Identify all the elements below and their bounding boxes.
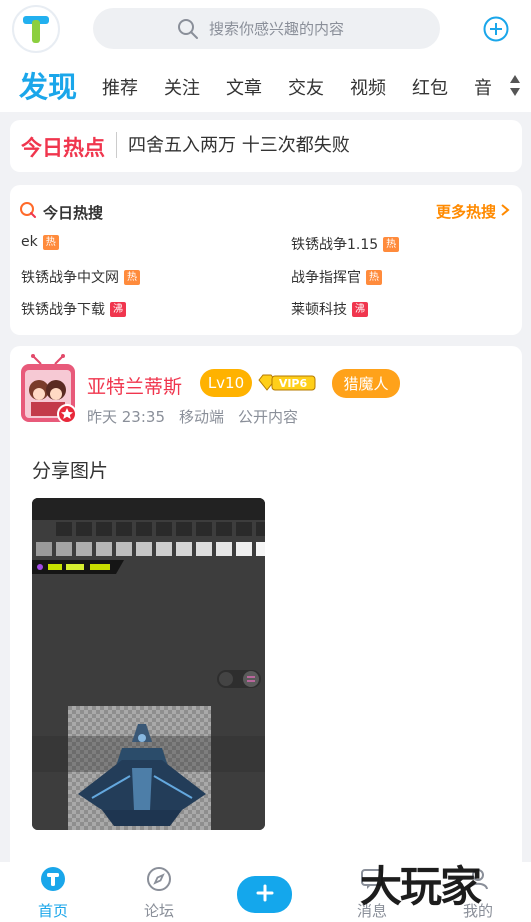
watermark-logo: 大玩家 (360, 862, 482, 911)
post-visibility: 公开内容 (238, 408, 299, 426)
post-time: 昨天 23:35 (87, 408, 165, 426)
nav-home-label: 首页 (37, 902, 68, 920)
boil-badge: 沸 (110, 301, 126, 317)
plus-icon (256, 884, 274, 906)
role-badge: 猎魔人 (332, 369, 400, 398)
hot-badge: 热 (383, 236, 400, 252)
hot-badge: 热 (42, 234, 59, 250)
tab-articles[interactable]: 文章 (226, 74, 262, 100)
boil-badge: 沸 (352, 301, 368, 317)
category-tabs: 发现 推荐 关注 文章 交友 视频 红包 音 (0, 58, 531, 112)
hot-search-header: 今日热搜 (19, 201, 103, 223)
hot-today-banner[interactable]: 今日热点 四舍五入两万 十三次都失败 (10, 120, 522, 172)
hot-search-item[interactable]: 莱顿科技 沸 (291, 299, 368, 319)
tab-friends[interactable]: 交友 (288, 74, 324, 100)
tab-videos[interactable]: 视频 (350, 74, 386, 100)
hot-search-item-text: 铁锈战争1.15 (291, 237, 379, 253)
nav-forum[interactable]: 论坛 (106, 862, 212, 922)
more-hot-search-label: 更多热搜 (435, 203, 496, 221)
tab-follow[interactable]: 关注 (164, 74, 200, 100)
tab-red-packets[interactable]: 红包 (412, 74, 448, 100)
hot-search-item-text: 莱顿科技 (291, 302, 347, 318)
compass-icon (146, 866, 172, 896)
post-author-name[interactable]: 亚特兰蒂斯 (87, 372, 182, 399)
avatar[interactable] (19, 354, 77, 426)
tab-music[interactable]: 音 (474, 74, 492, 100)
tab-sort-icon[interactable] (498, 70, 531, 102)
chevron-right-icon (500, 203, 510, 221)
post-meta: 昨天 23:35 移动端 公开内容 (87, 406, 298, 427)
search-bar[interactable] (93, 8, 440, 49)
hot-search-item[interactable]: ek 热 (21, 234, 59, 250)
hot-search-item-text: 铁锈战争下载 (21, 302, 105, 318)
hot-search-item-text: 铁锈战争中文网 (21, 270, 119, 286)
hot-search-item-text: 战争指挥官 (291, 270, 361, 286)
divider (116, 132, 117, 158)
hot-search-item[interactable]: 铁锈战争下载 沸 (21, 299, 126, 319)
tab-recommend[interactable]: 推荐 (102, 74, 138, 100)
tab-discover[interactable]: 发现 (19, 64, 77, 106)
post-card[interactable]: 亚特兰蒂斯 Lv10 VIP6 猎魔人 昨天 23:35 移动端 公开内容 分享… (10, 346, 522, 876)
hot-today-label: 今日热点 (21, 136, 105, 160)
hot-search-item[interactable]: 战争指挥官 热 (291, 267, 382, 287)
nav-forum-label: 论坛 (143, 902, 174, 920)
hot-badge: 热 (124, 269, 140, 285)
post-title[interactable]: 分享图片 (32, 456, 108, 483)
level-badge: Lv10 (200, 369, 252, 397)
search-input[interactable] (209, 19, 439, 38)
hot-search-item[interactable]: 铁锈战争1.15 热 (291, 234, 400, 254)
home-icon (40, 866, 66, 896)
vip-badge-icon: VIP6 (258, 374, 316, 392)
more-hot-search-link[interactable]: 更多热搜 (436, 201, 510, 222)
hot-search-item[interactable]: 铁锈战争中文网 热 (21, 267, 140, 287)
hot-search-item-text: ek (21, 234, 38, 250)
svg-text:VIP6: VIP6 (279, 377, 308, 390)
hot-today-headline[interactable]: 四舍五入两万 十三次都失败 (128, 131, 350, 157)
top-bar (0, 0, 531, 58)
search-icon (177, 18, 199, 44)
app-logo-icon[interactable] (12, 5, 60, 53)
publish-button[interactable] (237, 876, 292, 913)
post-device: 移动端 (179, 408, 225, 426)
hot-search-title: 今日热搜 (43, 203, 104, 222)
nav-home[interactable]: 首页 (0, 862, 106, 922)
hot-search-card: 今日热搜 更多热搜 ek 热 铁锈战争1.15 热 铁锈战争中文网 热 战争指挥… (10, 185, 522, 335)
hot-badge: 热 (366, 269, 382, 285)
add-circle-icon[interactable] (483, 16, 509, 46)
post-image[interactable] (32, 498, 265, 830)
search-icon (19, 201, 37, 223)
